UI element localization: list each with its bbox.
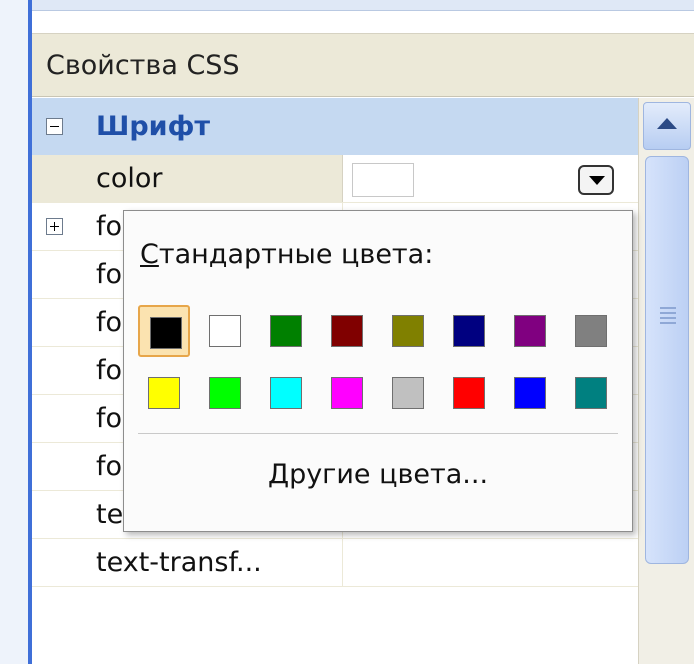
swatch-color [453, 315, 485, 347]
scroll-thumb[interactable] [645, 156, 689, 564]
swatch-color [150, 317, 182, 349]
swatch-color [209, 377, 241, 409]
color-picker-popup: Стандартные цвета: Другие цвета... [123, 210, 633, 532]
color-swatch[interactable] [443, 305, 495, 357]
swatch-color [575, 377, 607, 409]
color-swatch[interactable] [199, 305, 251, 357]
title-text: тандартные цвета: [158, 239, 434, 270]
scroll-up-button[interactable] [643, 102, 691, 150]
grip-line [660, 317, 676, 319]
color-swatch[interactable] [260, 367, 312, 419]
grip-line [660, 312, 676, 314]
color-swatch[interactable] [321, 367, 373, 419]
panel-title: Свойства CSS [32, 33, 694, 97]
property-row-color[interactable]: color [32, 155, 638, 203]
swatch-color [331, 377, 363, 409]
swatch-color [209, 315, 241, 347]
color-swatch[interactable] [138, 367, 190, 419]
window-frame-top [32, 0, 694, 11]
color-swatch[interactable] [504, 367, 556, 419]
dropdown-arrow-icon [589, 176, 605, 185]
property-row-text-transform[interactable]: text-transf... [32, 539, 638, 587]
grip-line [660, 307, 676, 309]
standard-colors-title: Стандартные цвета: [140, 239, 433, 270]
title-mnemonic: С [140, 239, 159, 270]
color-swatch[interactable] [565, 305, 617, 357]
swatch-color [514, 315, 546, 347]
swatch-color [575, 315, 607, 347]
more-colors-button[interactable]: Другие цвета... [124, 459, 632, 490]
collapse-icon[interactable] [46, 118, 63, 135]
color-swatch[interactable] [504, 305, 556, 357]
color-swatch[interactable] [199, 367, 251, 419]
color-dropdown-button[interactable] [578, 165, 614, 195]
color-swatch-grid [138, 305, 608, 425]
color-swatch[interactable] [565, 367, 617, 419]
color-swatch[interactable] [382, 367, 434, 419]
swatch-color [270, 315, 302, 347]
color-swatch[interactable] [443, 367, 495, 419]
color-swatch[interactable] [260, 305, 312, 357]
color-value-preview [352, 163, 414, 197]
property-name: color [32, 155, 343, 202]
swatch-color [392, 377, 424, 409]
swatch-color [392, 315, 424, 347]
category-label: Шрифт [96, 111, 211, 142]
color-swatch[interactable] [382, 305, 434, 357]
category-row-font[interactable]: Шрифт [32, 98, 638, 155]
swatch-color [270, 377, 302, 409]
color-swatch[interactable] [138, 305, 190, 357]
swatch-color [331, 315, 363, 347]
grip-line [660, 322, 676, 324]
property-name: text-transf... [32, 539, 343, 586]
swatch-color [514, 377, 546, 409]
popup-separator [138, 433, 618, 434]
chevron-up-icon [657, 118, 677, 129]
swatch-color [453, 377, 485, 409]
vertical-scrollbar[interactable] [638, 98, 694, 664]
swatch-color [148, 377, 180, 409]
color-swatch[interactable] [321, 305, 373, 357]
